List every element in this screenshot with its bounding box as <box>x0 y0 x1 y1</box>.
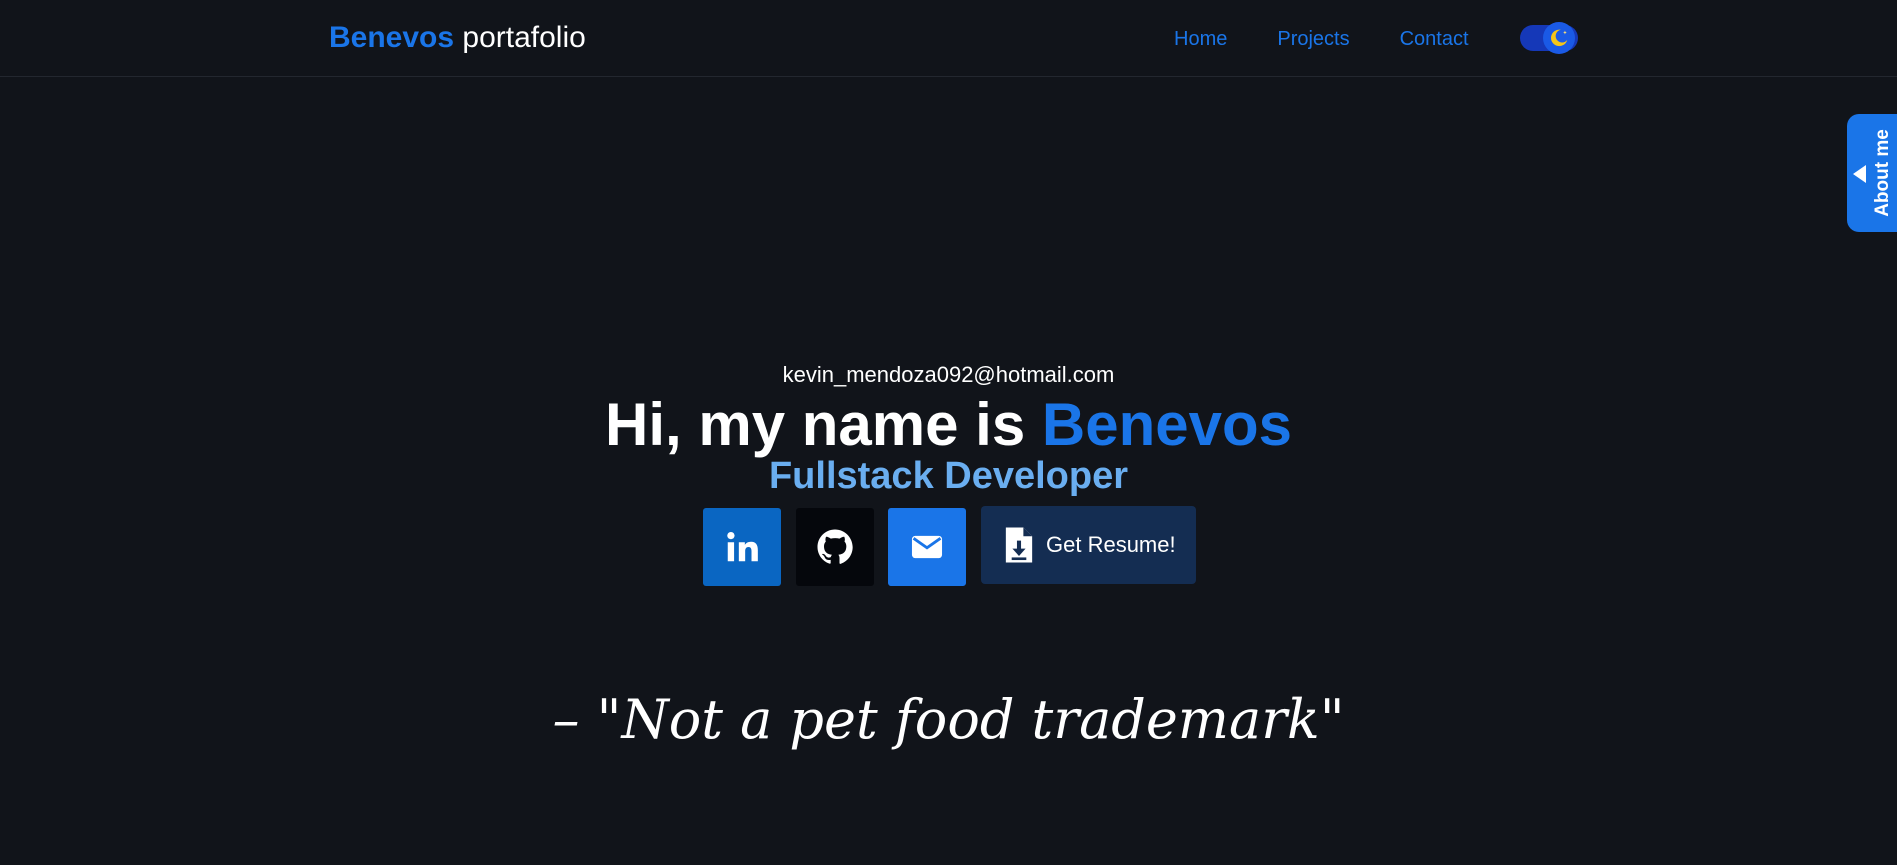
github-button[interactable] <box>796 508 874 586</box>
hero-subtitle: Fullstack Developer <box>768 455 1129 497</box>
get-resume-button[interactable]: Get Resume! <box>981 506 1196 584</box>
email-button[interactable] <box>888 508 966 586</box>
triangle-left-icon <box>1853 165 1866 183</box>
linkedin-button[interactable] <box>703 508 781 586</box>
about-me-label: About me <box>1872 129 1893 217</box>
theme-toggle[interactable] <box>1520 22 1578 54</box>
moon-icon <box>1550 29 1568 47</box>
hero-title: Hi, my name is Benevos <box>0 389 1897 461</box>
toggle-knob <box>1543 22 1575 54</box>
nav-link-contact[interactable]: Contact <box>1400 28 1469 51</box>
github-icon <box>817 529 853 564</box>
hero-title-name: Benevos <box>1041 391 1292 458</box>
tagline-quote: – "Not a pet food trademark" <box>552 688 1345 751</box>
about-me-tab[interactable]: About me <box>1847 114 1897 232</box>
brand-rest: portafolio <box>462 21 586 54</box>
file-download-icon <box>1005 527 1033 563</box>
mail-icon <box>911 535 943 559</box>
get-resume-label: Get Resume! <box>1046 532 1176 557</box>
page: Benevos portafolio Home Projects Contact… <box>0 0 1897 865</box>
nav-links: Home Projects Contact <box>1174 24 1469 54</box>
hero-title-prefix: Hi, my name is <box>605 391 1042 458</box>
navbar: Benevos portafolio Home Projects Contact <box>0 0 1897 77</box>
hero-email: kevin_mendoza092@hotmail.com <box>782 362 1115 387</box>
brand-accent: Benevos <box>329 21 455 54</box>
linkedin-icon <box>727 531 758 562</box>
nav-link-home[interactable]: Home <box>1174 28 1227 51</box>
nav-link-projects[interactable]: Projects <box>1277 28 1349 51</box>
brand-logo[interactable]: Benevos portafolio <box>329 18 586 58</box>
